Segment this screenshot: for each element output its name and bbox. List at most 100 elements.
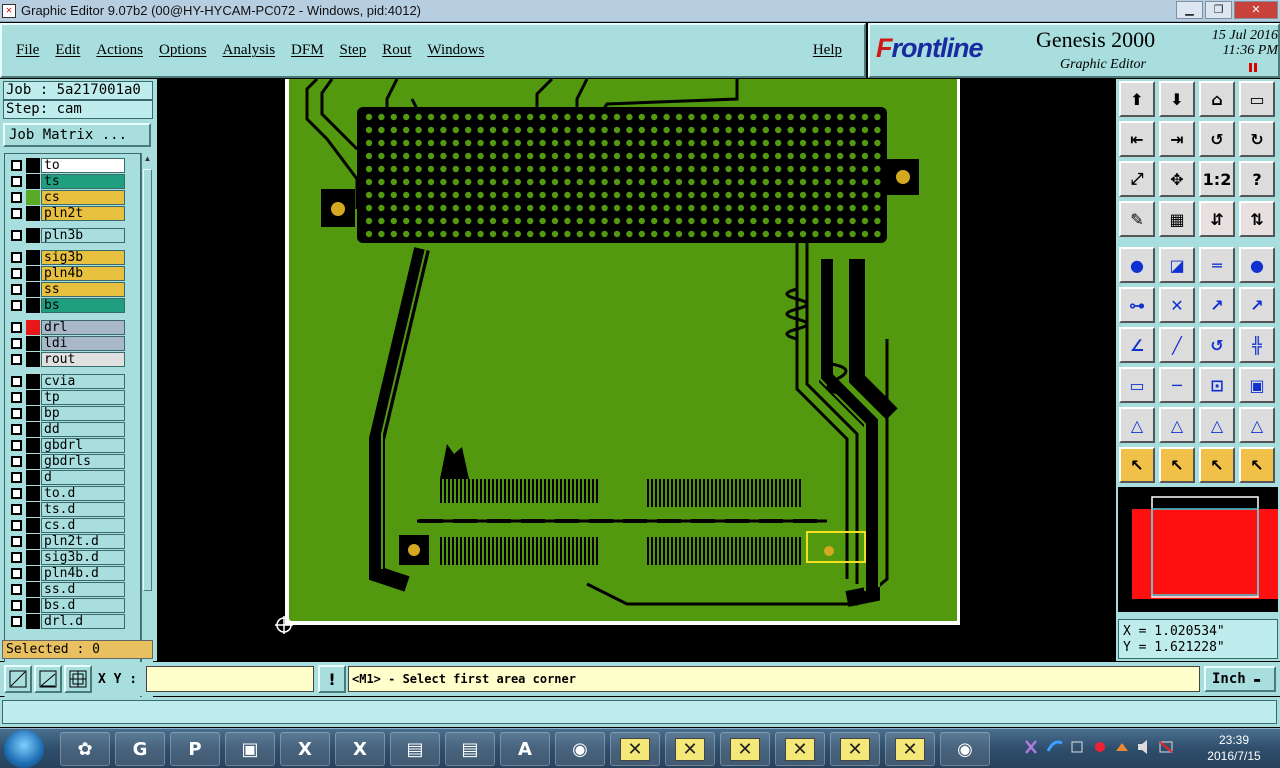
layer-row-cvia[interactable]: cvia: [7, 374, 139, 389]
layer-checkbox[interactable]: [11, 520, 22, 531]
layer-color-swatch[interactable]: [26, 486, 40, 501]
menu-analysis[interactable]: Analysis: [223, 42, 276, 59]
layer-row-ts-d[interactable]: ts.d: [7, 502, 139, 517]
layer-name[interactable]: to: [41, 158, 125, 173]
taskbar-g-app-icon[interactable]: G: [115, 732, 165, 766]
triangle-flat-icon[interactable]: △: [1239, 407, 1275, 443]
layer-checkbox[interactable]: [11, 160, 22, 171]
layer-row-pln2t[interactable]: pln2t: [7, 206, 139, 221]
layer-name[interactable]: ss.d: [41, 582, 125, 597]
zoom-in-icon[interactable]: ⤢: [1119, 161, 1155, 197]
net-compare-icon[interactable]: ⇅: [1239, 201, 1275, 237]
layer-color-swatch[interactable]: [26, 282, 40, 297]
net-highlight-icon[interactable]: ⇵: [1199, 201, 1235, 237]
layer-color-swatch[interactable]: [26, 374, 40, 389]
query-icon[interactable]: ?: [1239, 161, 1275, 197]
home-view-icon[interactable]: ⌂: [1199, 81, 1235, 117]
layer-name[interactable]: rout: [41, 352, 125, 367]
menu-edit[interactable]: Edit: [55, 42, 80, 59]
layer-checkbox[interactable]: [11, 322, 22, 333]
layer-name[interactable]: to.d: [41, 486, 125, 501]
split-icon[interactable]: ╬: [1239, 327, 1275, 363]
layer-color-swatch[interactable]: [26, 320, 40, 335]
layer-color-swatch[interactable]: [26, 206, 40, 221]
layer-name[interactable]: sig3b.d: [41, 550, 125, 565]
snap-mode-button[interactable]: [4, 665, 32, 693]
layer-color-swatch[interactable]: [26, 582, 40, 597]
layer-name[interactable]: bp: [41, 406, 125, 421]
draw-line-icon[interactable]: ◪: [1159, 247, 1195, 283]
layer-row-gbdrls[interactable]: gbdrls: [7, 454, 139, 469]
cross-icon[interactable]: ✕: [1159, 287, 1195, 323]
taskbar-genesis-icon[interactable]: ✕: [885, 732, 935, 766]
taskbar-pdf-icon[interactable]: A: [500, 732, 550, 766]
layer-row-pln3b[interactable]: pln3b: [7, 228, 139, 243]
triangle-up-icon[interactable]: △: [1199, 407, 1235, 443]
triangle-icon[interactable]: △: [1119, 407, 1155, 443]
layer-name[interactable]: ts.d: [41, 502, 125, 517]
layer-row-cs-d[interactable]: cs.d: [7, 518, 139, 533]
layer-name[interactable]: pln4b.d: [41, 566, 125, 581]
layer-color-swatch[interactable]: [26, 438, 40, 453]
layer-row-rout[interactable]: rout: [7, 352, 139, 367]
layer-name[interactable]: ss: [41, 282, 125, 297]
pan-left-icon[interactable]: ⇤: [1119, 121, 1155, 157]
scroll-up-icon[interactable]: ▲: [142, 153, 153, 165]
layer-color-swatch[interactable]: [26, 228, 40, 243]
layer-color-swatch[interactable]: [26, 266, 40, 281]
layer-checkbox[interactable]: [11, 192, 22, 203]
layer-checkbox[interactable]: [11, 230, 22, 241]
grid-icon[interactable]: ▦: [1159, 201, 1195, 237]
move-feature-icon[interactable]: ↗: [1199, 287, 1235, 323]
line-cut-icon[interactable]: ─: [1159, 367, 1195, 403]
layer-color-swatch[interactable]: [26, 534, 40, 549]
zoom-center-icon[interactable]: ✥: [1159, 161, 1195, 197]
triangle-edit-icon[interactable]: △: [1159, 407, 1195, 443]
layer-name[interactable]: pln4b: [41, 266, 125, 281]
grid-mode-button[interactable]: [64, 665, 92, 693]
taskbar-eye-app-icon[interactable]: ◉: [555, 732, 605, 766]
select-path-icon[interactable]: ↖: [1239, 447, 1275, 483]
layer-row-gbdrl[interactable]: gbdrl: [7, 438, 139, 453]
layer-checkbox[interactable]: [11, 568, 22, 579]
layer-name[interactable]: drl: [41, 320, 125, 335]
layer-checkbox[interactable]: [11, 284, 22, 295]
taskbar-genesis-icon[interactable]: ✕: [775, 732, 825, 766]
unit-selector[interactable]: Inch ▬: [1204, 666, 1276, 692]
scale-icon[interactable]: 1:2: [1199, 161, 1235, 197]
layer-name[interactable]: bs: [41, 298, 125, 313]
layer-row-bp[interactable]: bp: [7, 406, 139, 421]
menu-dfm[interactable]: DFM: [291, 42, 324, 59]
layer-checkbox[interactable]: [11, 600, 22, 611]
maximize-button[interactable]: ❐: [1205, 1, 1232, 19]
angle-line-icon[interactable]: ∠: [1119, 327, 1155, 363]
layer-color-swatch[interactable]: [26, 566, 40, 581]
menu-rout[interactable]: Rout: [382, 42, 411, 59]
layer-name[interactable]: tp: [41, 390, 125, 405]
layer-row-drl[interactable]: drl: [7, 320, 139, 335]
pan-right-icon[interactable]: ⇥: [1159, 121, 1195, 157]
scale-box-icon[interactable]: ⊡: [1199, 367, 1235, 403]
connect-nodes-icon[interactable]: ⊶: [1119, 287, 1155, 323]
taskbar-excel-icon[interactable]: X: [280, 732, 330, 766]
layer-checkbox[interactable]: [11, 408, 22, 419]
layer-checkbox[interactable]: [11, 536, 22, 547]
copy-feature-icon[interactable]: ↗: [1239, 287, 1275, 323]
slant-line-icon[interactable]: ╱: [1159, 327, 1195, 363]
layer-name[interactable]: sig3b: [41, 250, 125, 265]
layer-color-swatch[interactable]: [26, 614, 40, 629]
menu-windows[interactable]: Windows: [427, 42, 484, 59]
layer-name[interactable]: cs.d: [41, 518, 125, 533]
layer-row-tp[interactable]: tp: [7, 390, 139, 405]
layer-checkbox[interactable]: [11, 392, 22, 403]
layer-checkbox[interactable]: [11, 472, 22, 483]
menu-help[interactable]: Help: [813, 42, 842, 59]
layer-row-drl-d[interactable]: drl.d: [7, 614, 139, 629]
layer-color-swatch[interactable]: [26, 336, 40, 351]
taskbar-genesis-icon[interactable]: ✕: [720, 732, 770, 766]
add-pad-icon[interactable]: ●: [1119, 247, 1155, 283]
layer-row-ts[interactable]: ts: [7, 174, 139, 189]
layer-checkbox[interactable]: [11, 354, 22, 365]
layer-row-ldi[interactable]: ldi: [7, 336, 139, 351]
pcb-view[interactable]: [157, 79, 1116, 661]
